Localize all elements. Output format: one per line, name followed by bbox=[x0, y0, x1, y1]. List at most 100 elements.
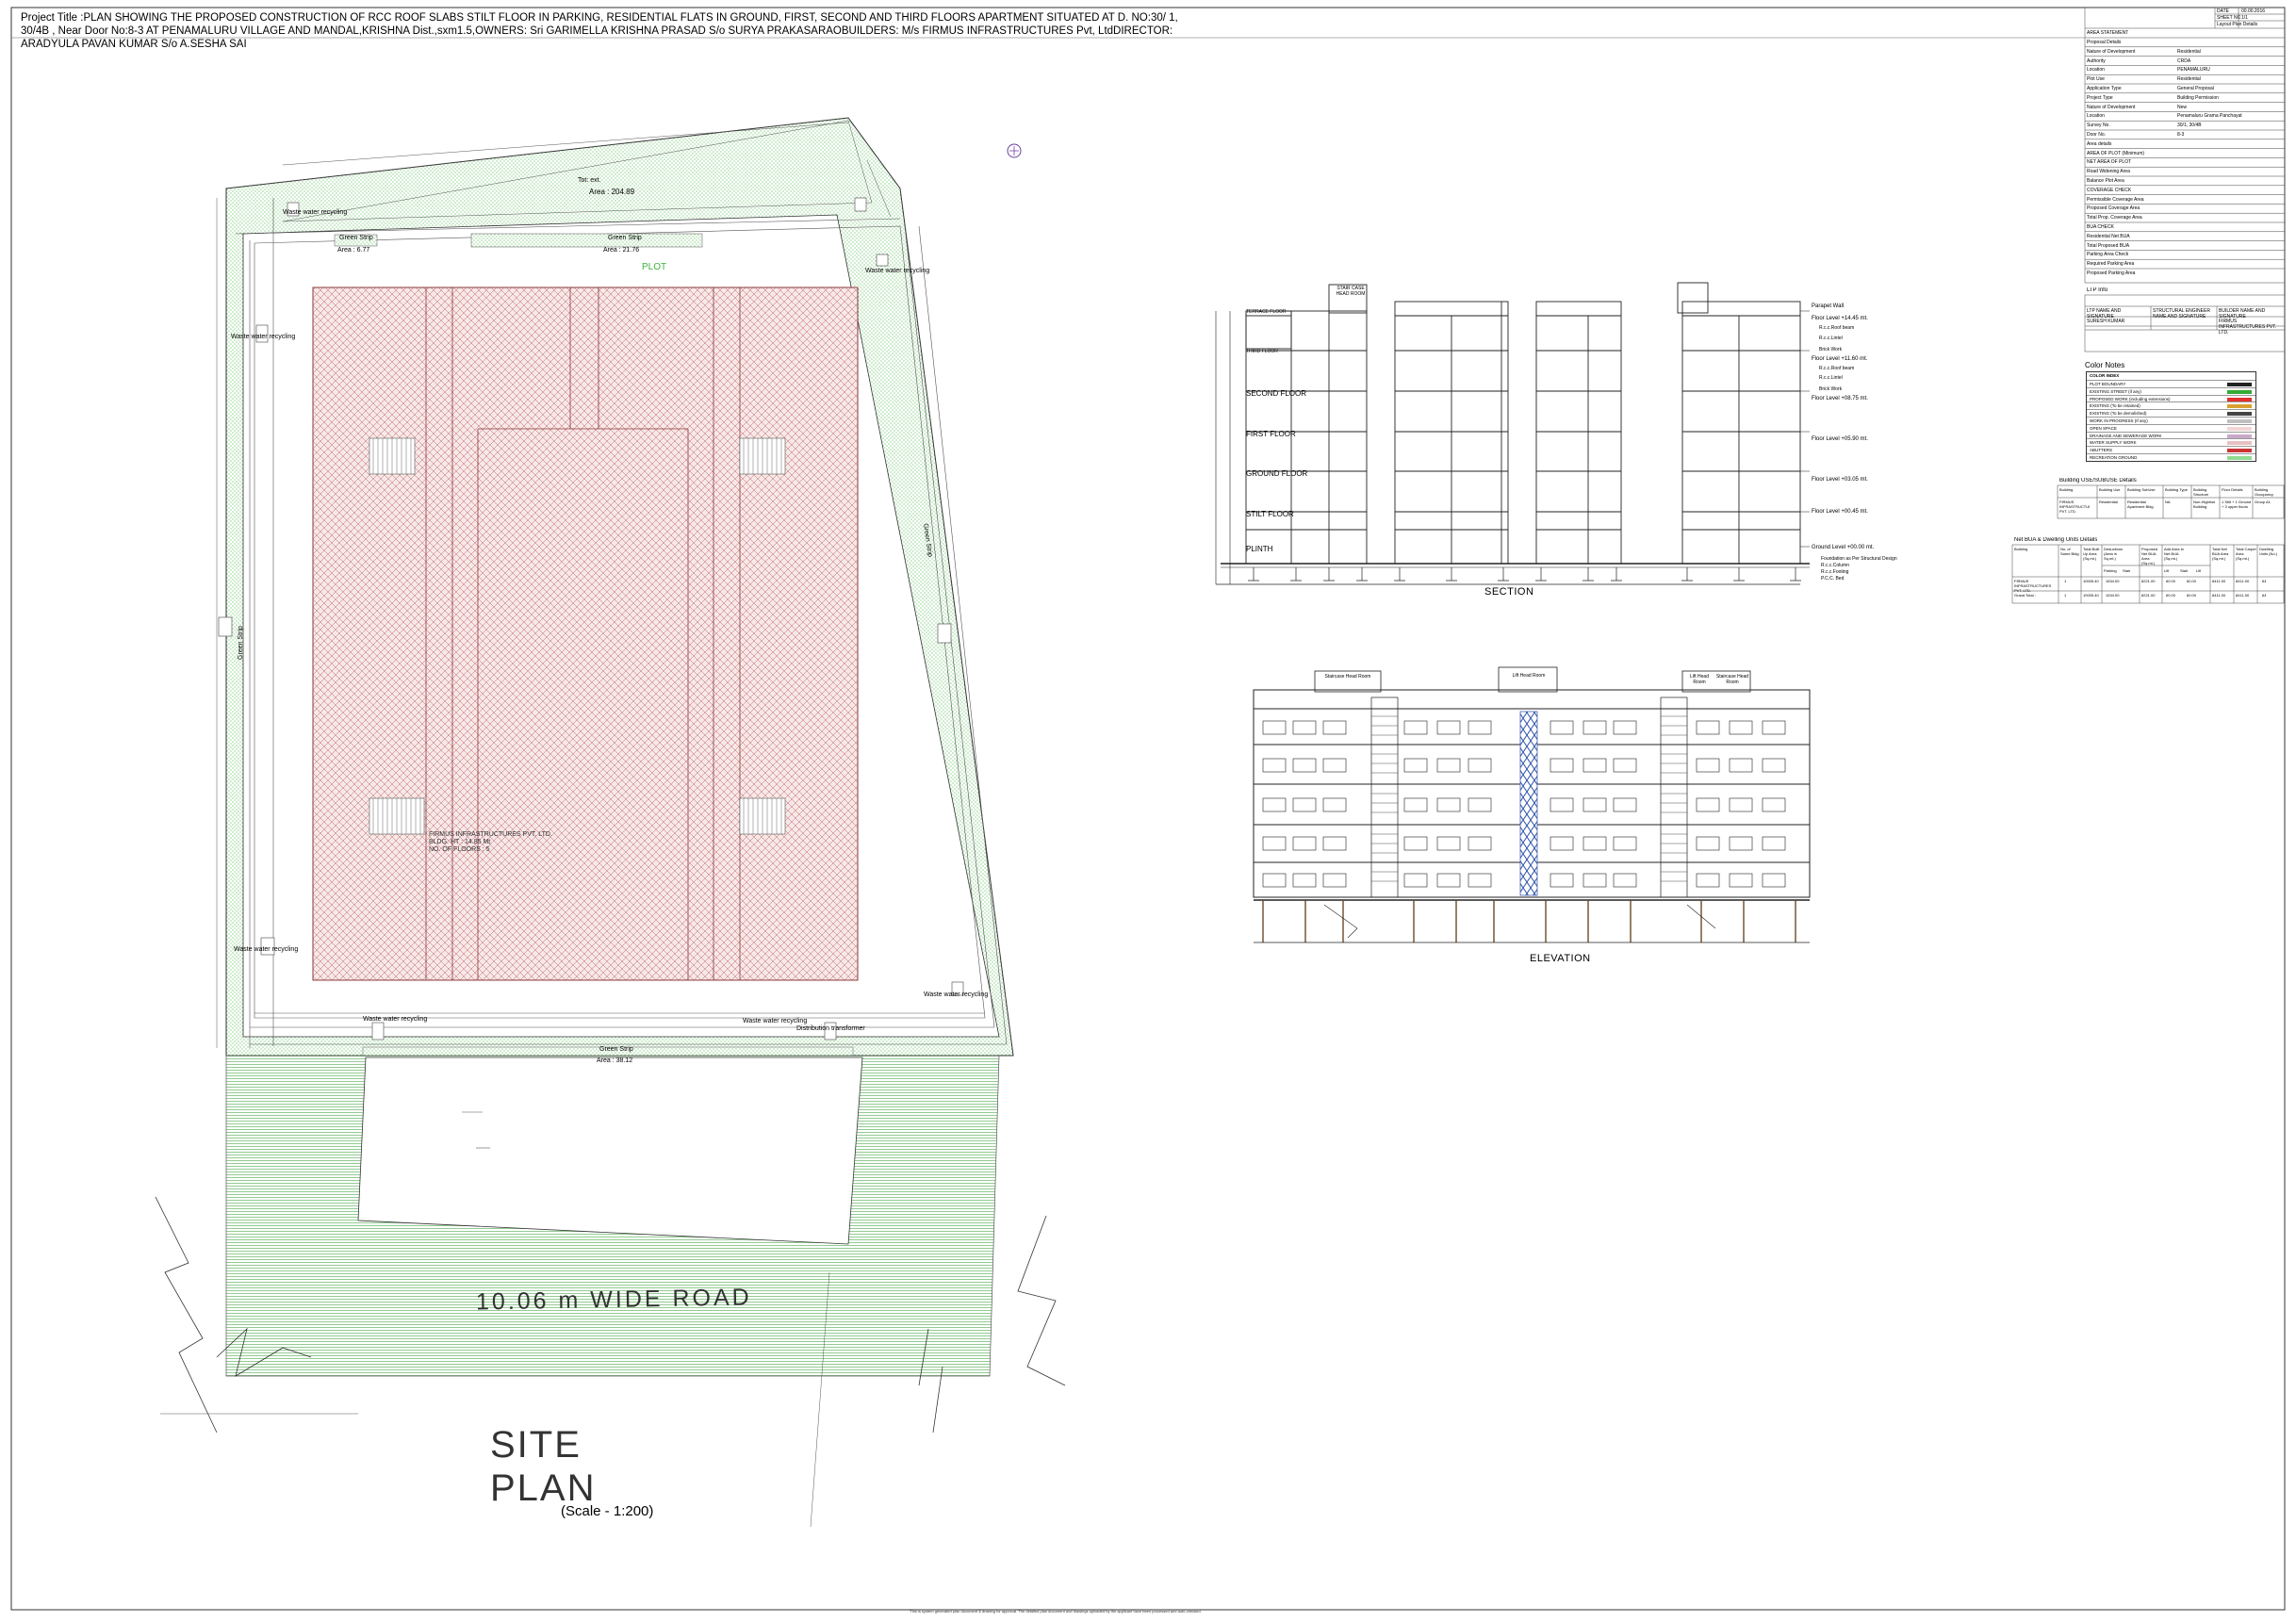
elevation-caption: ELEVATION bbox=[1530, 953, 1591, 964]
elevation-window bbox=[1403, 758, 1428, 773]
legend-swatch bbox=[2227, 389, 2252, 394]
legend-row: RECREATION GROUND bbox=[2087, 453, 2255, 461]
section-floor-label: GROUND FLOOR bbox=[1246, 469, 1308, 478]
title-block-key: BUA CHECK bbox=[2087, 224, 2114, 230]
section-floor-label: SECOND FLOOR bbox=[1246, 389, 1307, 398]
title-block-key: Proposed Coverage Area bbox=[2087, 205, 2140, 212]
title-block-value: Penamaluru Grama Panchayat bbox=[2177, 113, 2242, 120]
site-plan-title: SITE PLAN bbox=[490, 1423, 597, 1510]
waste-water-label: Waste water recycling bbox=[743, 1018, 808, 1024]
title-block-key: Required Parking Area bbox=[2087, 261, 2135, 268]
section-note-label: R.c.c.Lintel bbox=[1819, 375, 1843, 381]
green-strip-bottom: Green Strip bbox=[599, 1046, 633, 1053]
legend-row: PLOT BOUNDARY bbox=[2087, 380, 2255, 387]
elevation-window bbox=[1436, 797, 1461, 812]
title-block-key: Permissible Coverage Area bbox=[2087, 196, 2144, 203]
elevation-window bbox=[1403, 720, 1428, 735]
tot-ext-label: Tot: ext. bbox=[578, 177, 601, 184]
legend-label: RECREATION GROUND bbox=[2090, 455, 2138, 460]
elevation-window bbox=[1468, 720, 1492, 735]
legend-row: EXISTING (To be retained) bbox=[2087, 401, 2255, 409]
elevation-window bbox=[1468, 836, 1492, 851]
elevation-window bbox=[1729, 797, 1753, 812]
title-block-key: Nature of Development bbox=[2087, 104, 2136, 110]
building-use-header: Building SubUse bbox=[2127, 487, 2156, 492]
elevation-window bbox=[1468, 758, 1492, 773]
net-bua-subheader: Lift bbox=[2196, 568, 2202, 573]
site-plan-title-line1: SITE bbox=[490, 1424, 582, 1466]
elevation-window bbox=[1403, 873, 1428, 888]
legend-swatch bbox=[2227, 404, 2252, 409]
title-block-value: Building Permission bbox=[2177, 94, 2219, 101]
elevation-window bbox=[1262, 836, 1287, 851]
section-note-label: R.c.c.Roof beam bbox=[1819, 325, 1855, 331]
legend-row: EXISTING (To be demolished) bbox=[2087, 409, 2255, 417]
ltp-header-2: STRUCTURAL ENGINEER NAME AND SIGNATURE bbox=[2153, 308, 2210, 319]
net-bua-header: Deductions (Area in Sq.mt.) bbox=[2104, 547, 2124, 561]
section-level-label: Floor Level +14.45 mt. bbox=[1812, 316, 1868, 321]
building-use-header: Floor Details bbox=[2222, 487, 2243, 492]
section-floor-label: THIRD FLOOR bbox=[1246, 349, 1278, 354]
tot-ext-area: Area : 204.89 bbox=[589, 188, 635, 196]
elevation-window bbox=[1322, 797, 1347, 812]
elevation-window bbox=[1729, 758, 1753, 773]
elevation-window bbox=[1322, 873, 1347, 888]
section-note-label: Brick Work bbox=[1819, 386, 1843, 392]
section-floor-label: FIRST FLOOR bbox=[1246, 430, 1296, 438]
section-footing-label: Foundation as Per Structural Design bbox=[1821, 556, 1897, 562]
elevation-window bbox=[1762, 836, 1786, 851]
section-note-label: R.c.c.Lintel bbox=[1819, 336, 1843, 341]
elevation-window bbox=[1262, 720, 1287, 735]
elevation-window bbox=[1292, 720, 1317, 735]
legend-swatch bbox=[2227, 456, 2252, 460]
section-caption: SECTION bbox=[1484, 586, 1534, 598]
section-level-label: Floor Level +05.90 mt. bbox=[1812, 436, 1868, 442]
elevation-window bbox=[1262, 873, 1287, 888]
net-bua-cell: 8411.00 bbox=[2236, 593, 2250, 598]
section-level-label: Ground Level +00.00 mt. bbox=[1812, 545, 1875, 550]
net-bua-subheader: Parking bbox=[2104, 568, 2117, 573]
legend-row: OPEN SPACE bbox=[2087, 423, 2255, 432]
building-note: FIRMUS INFRASTRUCTURES PVT. LTD. BLDG. H… bbox=[429, 831, 552, 853]
distribution-transformer-label: Distribution transformer bbox=[796, 1025, 865, 1032]
green-strip-top: Green Strip bbox=[608, 235, 642, 241]
legend-swatch bbox=[2227, 412, 2252, 417]
project-title: Project Title :PLAN SHOWING THE PROPOSED… bbox=[21, 12, 1178, 50]
waste-water-label: Waste water recycling bbox=[231, 334, 296, 340]
title-block-key: Parking Area Check bbox=[2087, 252, 2129, 258]
net-bua-header: Proposed Net BUA Area (Sq.mt.) bbox=[2141, 547, 2158, 565]
building-use-header: Building bbox=[2059, 487, 2074, 492]
green-strip-bottom-area: Area : 38.12 bbox=[597, 1057, 633, 1064]
elev-head-3: Lift Head Room bbox=[1689, 674, 1709, 685]
elevation-window bbox=[1583, 758, 1607, 773]
elevation-window bbox=[1322, 836, 1347, 851]
elevation-window bbox=[1696, 758, 1720, 773]
net-bua-cell: Grand Total : bbox=[2014, 593, 2036, 598]
road-label: 10.06 m WIDE ROAD bbox=[475, 1284, 752, 1316]
elevation-window bbox=[1403, 836, 1428, 851]
net-bua-header: Add Area In Net BUA (Sq.mt.) bbox=[2164, 547, 2184, 561]
elevation-window bbox=[1583, 797, 1607, 812]
building-use-cell: Non-Highrise Building bbox=[2193, 500, 2216, 509]
elevation-window bbox=[1762, 758, 1786, 773]
net-bua-cell: 10005.40 bbox=[2083, 579, 2099, 583]
title-block-key: Plot Use bbox=[2087, 76, 2105, 83]
elevation-window bbox=[1696, 720, 1720, 735]
layout-label: Layout Plan Details bbox=[2217, 22, 2258, 27]
legend-row: ABUTTERS bbox=[2087, 446, 2255, 453]
net-bua-header: Dwelling Units (No.) bbox=[2259, 547, 2278, 556]
building-use-header: Building Type bbox=[2165, 487, 2188, 492]
elevation-window bbox=[1322, 720, 1347, 735]
net-bua-cell: 60.00 bbox=[2187, 593, 2197, 598]
stair-head-label: STAIR CASE HEAD ROOM bbox=[1336, 286, 1366, 297]
net-bua-cell: 8221.00 bbox=[2141, 579, 2156, 583]
elevation-window bbox=[1613, 758, 1637, 773]
net-bua-header: No. of Same Bldg bbox=[2060, 547, 2079, 556]
sheet-label: SHEET NO bbox=[2217, 15, 2241, 21]
building-use-cell: FIRMUS INFRASTRUCTURES PVT. LTD. bbox=[2059, 500, 2090, 514]
elevation-window bbox=[1436, 836, 1461, 851]
elevation-window bbox=[1436, 758, 1461, 773]
section-floor-label: PLINTH bbox=[1246, 545, 1273, 553]
elevation-drawing bbox=[1253, 666, 1811, 943]
ltp-label: LTP Info bbox=[2087, 287, 2108, 293]
